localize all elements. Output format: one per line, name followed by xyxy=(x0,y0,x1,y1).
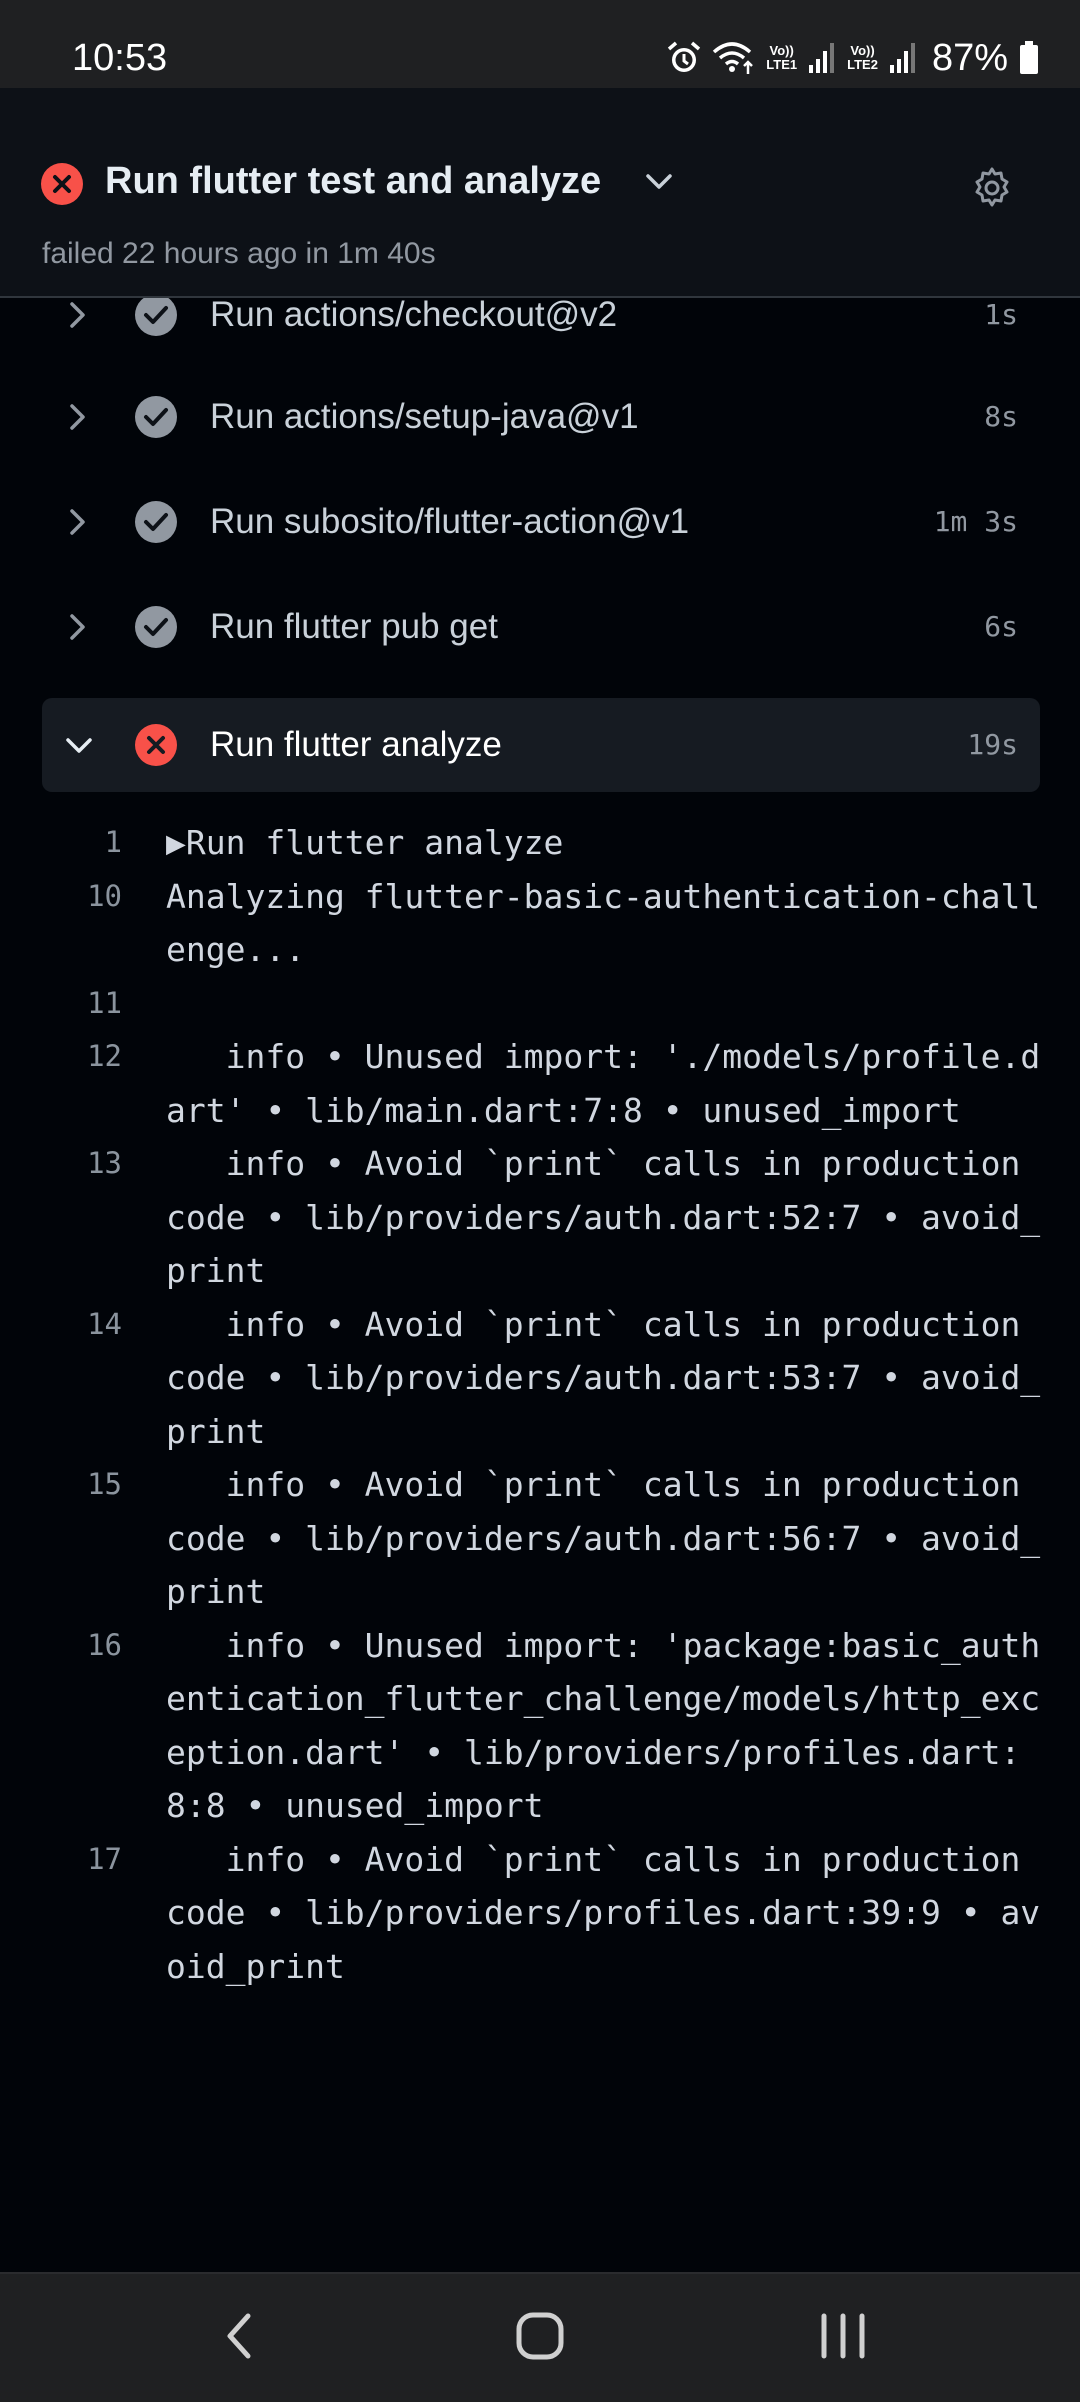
step-duration: 19s xyxy=(967,728,1018,761)
workflow-header: Run flutter test and analyze failed 22 h… xyxy=(0,88,1080,298)
log-line[interactable]: 17 info • Avoid `print` calls in product… xyxy=(0,1833,1080,1994)
line-text: info • Avoid `print` calls in production… xyxy=(166,1144,1041,1290)
gear-icon[interactable] xyxy=(970,166,1014,215)
line-text: ▶Run flutter analyze xyxy=(166,823,564,862)
status-time: 10:53 xyxy=(72,37,168,79)
line-text: info • Avoid `print` calls in production… xyxy=(166,1839,1041,1986)
check-circle-icon xyxy=(134,298,178,342)
step-name: Run flutter pub get xyxy=(210,607,498,646)
signal-2-icon xyxy=(888,41,918,75)
chevron-down-icon[interactable] xyxy=(642,166,676,201)
line-number: 15 xyxy=(87,1467,122,1501)
step-duration: 1m 3s xyxy=(933,505,1018,538)
status-bar: 10:53 Vo)) LTE1 Vo)) LTE2 87% xyxy=(0,0,1080,88)
failure-icon xyxy=(134,723,178,772)
lte1-indicator: Vo)) LTE1 xyxy=(766,43,798,72)
line-text xyxy=(166,977,1046,1031)
alarm-icon xyxy=(666,40,702,76)
line-text: info • Unused import: 'package:basic_aut… xyxy=(166,1625,1041,1826)
line-number: 1 xyxy=(104,825,122,859)
job-title[interactable]: Run flutter test and analyze xyxy=(105,156,601,206)
chevron-right-icon[interactable] xyxy=(66,300,90,335)
check-circle-icon xyxy=(134,500,178,549)
step-duration: 8s xyxy=(984,400,1018,433)
step-row[interactable]: Run subosito/flutter-action@v1 1m 3s xyxy=(42,475,1040,569)
log-line[interactable]: 1 ▶Run flutter analyze xyxy=(0,816,1080,870)
step-name: Run actions/setup-java@v1 xyxy=(210,397,639,436)
line-number: 13 xyxy=(87,1146,122,1180)
chevron-right-icon[interactable] xyxy=(66,402,90,437)
battery-percent: 87% xyxy=(931,36,1008,79)
back-icon[interactable] xyxy=(218,2304,258,2373)
line-number: 10 xyxy=(87,878,122,913)
log-line[interactable]: 13 info • Avoid `print` calls in product… xyxy=(0,1137,1080,1298)
signal-1-icon xyxy=(807,41,837,75)
step-row-expanded[interactable]: Run flutter analyze 19s xyxy=(42,698,1040,792)
check-circle-icon xyxy=(134,395,178,444)
line-number: 11 xyxy=(87,985,122,1020)
log-line[interactable]: 10 Analyzing flutter-basic-authentication… xyxy=(0,870,1080,977)
line-text: info • Avoid `print` calls in production… xyxy=(166,1304,1041,1451)
step-name: Run subosito/flutter-action@v1 xyxy=(210,502,690,541)
line-text: Analyzing flutter-basic-authentication-c… xyxy=(166,876,1041,970)
log-line[interactable]: 15 info • Avoid `print` calls in product… xyxy=(0,1458,1080,1619)
home-icon[interactable] xyxy=(514,2304,566,2373)
chevron-right-icon[interactable] xyxy=(66,612,90,647)
check-circle-icon xyxy=(134,605,178,654)
run-status-subtitle: failed 22 hours ago in 1m 40s xyxy=(42,237,436,270)
step-log: 1 ▶Run flutter analyze 10 Analyzing flutte… xyxy=(0,816,1080,1993)
log-line[interactable]: 11 xyxy=(0,977,1080,1031)
line-text: info • Avoid `print` calls in production… xyxy=(166,1465,1041,1611)
recent-apps-icon[interactable] xyxy=(818,2304,868,2373)
line-text: info • Unused import: './models/profile.… xyxy=(166,1037,1041,1130)
step-row[interactable]: Run actions/setup-java@v1 8s xyxy=(42,370,1040,464)
chevron-down-icon[interactable] xyxy=(64,734,94,763)
step-name: Run flutter analyze xyxy=(210,725,502,764)
log-line[interactable]: 12 info • Unused import: './models/profi… xyxy=(0,1030,1080,1137)
system-nav-bar xyxy=(0,2272,1080,2402)
lte2-indicator: Vo)) LTE2 xyxy=(847,43,878,72)
failure-icon xyxy=(40,162,84,211)
step-row[interactable]: Run actions/checkout@v2 1s xyxy=(42,298,1040,362)
line-number: 12 xyxy=(87,1039,122,1073)
step-duration: 6s xyxy=(984,610,1018,643)
battery-icon xyxy=(1018,40,1040,76)
step-name: Run actions/checkout@v2 xyxy=(210,298,618,334)
log-line[interactable]: 16 info • Unused import: 'package:basic_… xyxy=(0,1619,1080,1833)
chevron-right-icon[interactable] xyxy=(66,507,90,542)
log-line[interactable]: 14 info • Avoid `print` calls in product… xyxy=(0,1298,1080,1459)
step-duration: 1s xyxy=(984,298,1018,331)
step-row[interactable]: Run flutter pub get 6s xyxy=(42,580,1040,674)
line-number: 14 xyxy=(87,1306,122,1341)
line-number: 17 xyxy=(87,1841,122,1876)
line-number: 16 xyxy=(87,1627,122,1662)
wifi-icon xyxy=(712,40,756,76)
status-icons: Vo)) LTE1 Vo)) LTE2 87% xyxy=(666,30,1040,86)
job-steps-panel: Run actions/checkout@v2 1s Run actions/s… xyxy=(0,298,1080,2272)
